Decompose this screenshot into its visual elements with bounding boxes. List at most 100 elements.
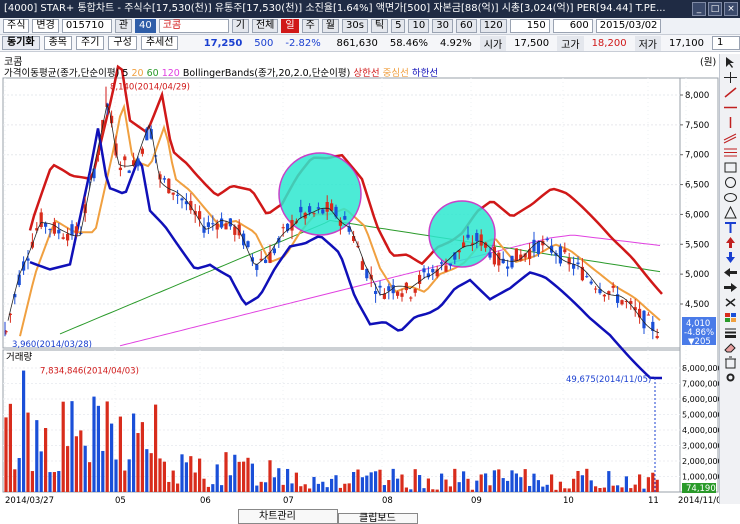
interval-120[interactable]: 120 — [479, 19, 507, 33]
candle-body — [536, 241, 540, 254]
candle-body — [312, 213, 316, 215]
volume-bar — [88, 462, 92, 492]
volume-bar — [52, 472, 56, 492]
triangle-icon[interactable] — [723, 206, 738, 219]
candle-body — [488, 252, 492, 258]
low-value: 17,100 — [668, 37, 704, 49]
circle-icon[interactable] — [723, 176, 738, 189]
min30-tab[interactable]: 30s — [341, 19, 368, 33]
volume-bar — [140, 422, 144, 492]
fibo-icon[interactable] — [723, 146, 738, 159]
candle-body — [440, 262, 444, 264]
volume-bar — [580, 475, 584, 492]
candle-body — [272, 248, 276, 254]
delete-icon[interactable] — [723, 356, 738, 369]
volume-bar — [325, 487, 329, 492]
line-width-icon[interactable] — [723, 326, 738, 339]
watchlist-button[interactable]: 관 — [114, 19, 133, 33]
volume-bar — [409, 489, 413, 492]
info-toolbar: 동기화 종목 주기 구성 추세선 17,250 500 -2.82% 861,6… — [0, 35, 740, 52]
month-tab[interactable]: 월 — [321, 19, 339, 33]
candle-body — [57, 229, 61, 234]
volume-bar — [360, 477, 364, 492]
volume-bar — [127, 459, 131, 492]
ma5-label: 5 — [122, 68, 129, 79]
volume-bar — [158, 458, 162, 492]
eraser-icon[interactable] — [723, 341, 738, 354]
market-select[interactable]: 주식 — [3, 19, 30, 33]
maximize-button[interactable]: □ — [708, 2, 722, 16]
ma20-label: 20 — [131, 68, 144, 79]
palette-icon[interactable] — [723, 311, 738, 324]
arrow-right-icon[interactable] — [723, 281, 738, 294]
candle-body — [44, 222, 48, 227]
cursor-icon[interactable] — [723, 56, 738, 69]
volume-bar — [475, 480, 479, 492]
arrow-up-icon[interactable] — [723, 236, 738, 249]
volume-bar — [237, 461, 241, 492]
volume-tick-label: 8,000,000 — [682, 364, 723, 373]
code-input[interactable]: 015710 — [61, 19, 112, 33]
all-button[interactable]: 전체 — [251, 19, 279, 33]
period-button[interactable]: 기 — [231, 19, 249, 33]
candle-body — [48, 229, 52, 231]
volume-tick-label: 7,000,000 — [682, 380, 723, 389]
interval-5[interactable]: 5 — [391, 19, 406, 33]
minimize-button[interactable]: _ — [692, 2, 706, 16]
interval-30[interactable]: 30 — [432, 19, 453, 33]
volume-bar — [651, 472, 655, 492]
week-tab[interactable]: 주 — [301, 19, 319, 33]
sync-tab[interactable]: 동기화 — [2, 36, 40, 50]
bb-upper-label: 상한선 — [353, 68, 380, 79]
current-change-label: ▼205 — [688, 337, 711, 347]
hline-icon[interactable] — [723, 101, 738, 114]
total-input[interactable]: 600 — [552, 19, 593, 33]
time-axis-label: 2014/03/27 — [5, 496, 54, 506]
page-select[interactable]: 1 — [711, 36, 740, 50]
trendline-button[interactable]: 추세선 — [140, 36, 179, 50]
text-icon[interactable] — [723, 221, 738, 234]
candle-body — [374, 291, 378, 294]
arrow-down-icon[interactable] — [723, 251, 738, 264]
channel-icon[interactable] — [723, 131, 738, 144]
volume-bar — [198, 458, 202, 492]
volume-bar — [369, 472, 373, 492]
change-select[interactable]: 변경 — [32, 19, 59, 33]
cross-mark-icon[interactable] — [723, 296, 738, 309]
volume-bar — [400, 474, 404, 492]
interval-60[interactable]: 60 — [455, 19, 477, 33]
cycle-button[interactable]: 주기 — [76, 36, 105, 50]
day-tab[interactable]: 일 — [281, 19, 299, 33]
chart-canvas[interactable]: 8,000 7,500 7,000 6,500 6,000 5,500 5,000 4,500… — [0, 52, 740, 524]
volume-bar — [453, 468, 457, 492]
candle-body — [646, 314, 650, 316]
rectangle-icon[interactable] — [723, 161, 738, 174]
stock-button[interactable]: 종목 — [43, 36, 73, 50]
vline-icon[interactable] — [723, 116, 738, 129]
clipboard-menu[interactable]: 클립보드 — [338, 513, 418, 524]
close-button[interactable]: × — [724, 2, 738, 16]
volume-bar — [312, 476, 316, 492]
interval-10[interactable]: 10 — [408, 19, 430, 33]
volume-bar — [123, 470, 127, 492]
volume-bar — [545, 484, 549, 492]
candle-body — [52, 222, 56, 234]
candle-body — [246, 241, 250, 248]
candle-body — [281, 227, 285, 229]
candle-body — [642, 310, 646, 329]
config-button[interactable]: 구성 — [108, 36, 137, 50]
chart-manage-menu[interactable]: 차트관리 — [238, 509, 338, 524]
volume-bar — [286, 468, 290, 492]
crosshair-icon[interactable] — [723, 71, 738, 84]
settings-icon[interactable] — [723, 371, 738, 384]
volume-bar — [607, 471, 611, 492]
tick-tab[interactable]: 틱 — [370, 19, 389, 33]
trendline-icon[interactable] — [723, 86, 738, 99]
ellipse-icon[interactable] — [723, 191, 738, 204]
date-input[interactable]: 2015/03/02 — [595, 19, 662, 33]
count-input[interactable]: 150 — [509, 19, 550, 33]
volume-bar — [470, 489, 474, 492]
arrow-left-icon[interactable] — [723, 266, 738, 279]
chart-area[interactable]: 8,000 7,500 7,000 6,500 6,000 5,500 5,000 4,500… — [0, 52, 740, 524]
volume-bar — [594, 486, 598, 492]
